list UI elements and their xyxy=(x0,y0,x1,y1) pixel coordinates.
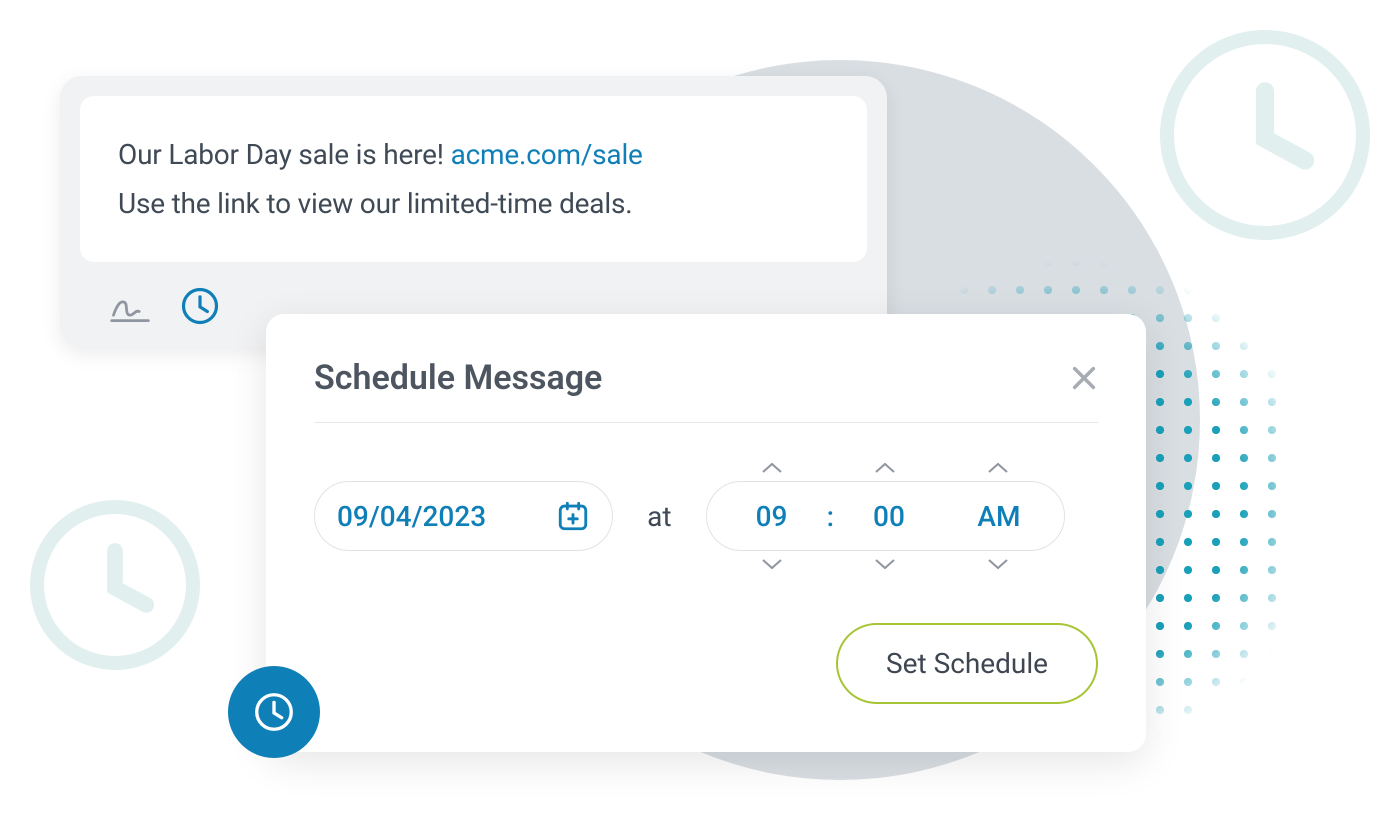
time-colon: : xyxy=(827,500,834,533)
calendar-icon[interactable] xyxy=(556,499,590,533)
decorative-clock-icon xyxy=(1160,30,1370,240)
close-icon[interactable] xyxy=(1070,364,1098,392)
message-line-2: Use the link to view our limited-time de… xyxy=(118,179,829,228)
ampm-value[interactable]: AM xyxy=(944,500,1054,533)
schedule-clock-icon[interactable] xyxy=(178,284,222,328)
message-composer: Our Labor Day sale is here! acme.com/sal… xyxy=(60,76,887,348)
date-value: 09/04/2023 xyxy=(337,500,486,533)
hour-up-chevron-icon[interactable] xyxy=(717,461,827,475)
minute-down-chevron-icon[interactable] xyxy=(830,557,940,571)
scheduled-badge-clock-icon xyxy=(228,666,320,758)
message-text-prefix: Our Labor Day sale is here! xyxy=(118,138,451,171)
message-link[interactable]: acme.com/sale xyxy=(451,138,643,171)
ampm-down-chevron-icon[interactable] xyxy=(943,557,1053,571)
at-label: at xyxy=(647,500,671,533)
hour-value[interactable]: 09 xyxy=(717,500,827,533)
date-input[interactable]: 09/04/2023 xyxy=(314,481,613,551)
time-input: 09 : 00 AM xyxy=(706,455,1065,577)
signature-icon[interactable] xyxy=(108,284,152,328)
message-line-1: Our Labor Day sale is here! acme.com/sal… xyxy=(118,130,829,179)
ampm-up-chevron-icon[interactable] xyxy=(943,461,1053,475)
set-schedule-button[interactable]: Set Schedule xyxy=(836,623,1098,704)
decorative-clock-icon xyxy=(30,500,200,670)
message-textarea[interactable]: Our Labor Day sale is here! acme.com/sal… xyxy=(80,96,867,262)
schedule-message-modal: Schedule Message 09/04/2023 at xyxy=(266,314,1146,752)
schedule-title: Schedule Message xyxy=(314,358,602,398)
hour-down-chevron-icon[interactable] xyxy=(717,557,827,571)
minute-value[interactable]: 00 xyxy=(834,500,944,533)
minute-up-chevron-icon[interactable] xyxy=(830,461,940,475)
